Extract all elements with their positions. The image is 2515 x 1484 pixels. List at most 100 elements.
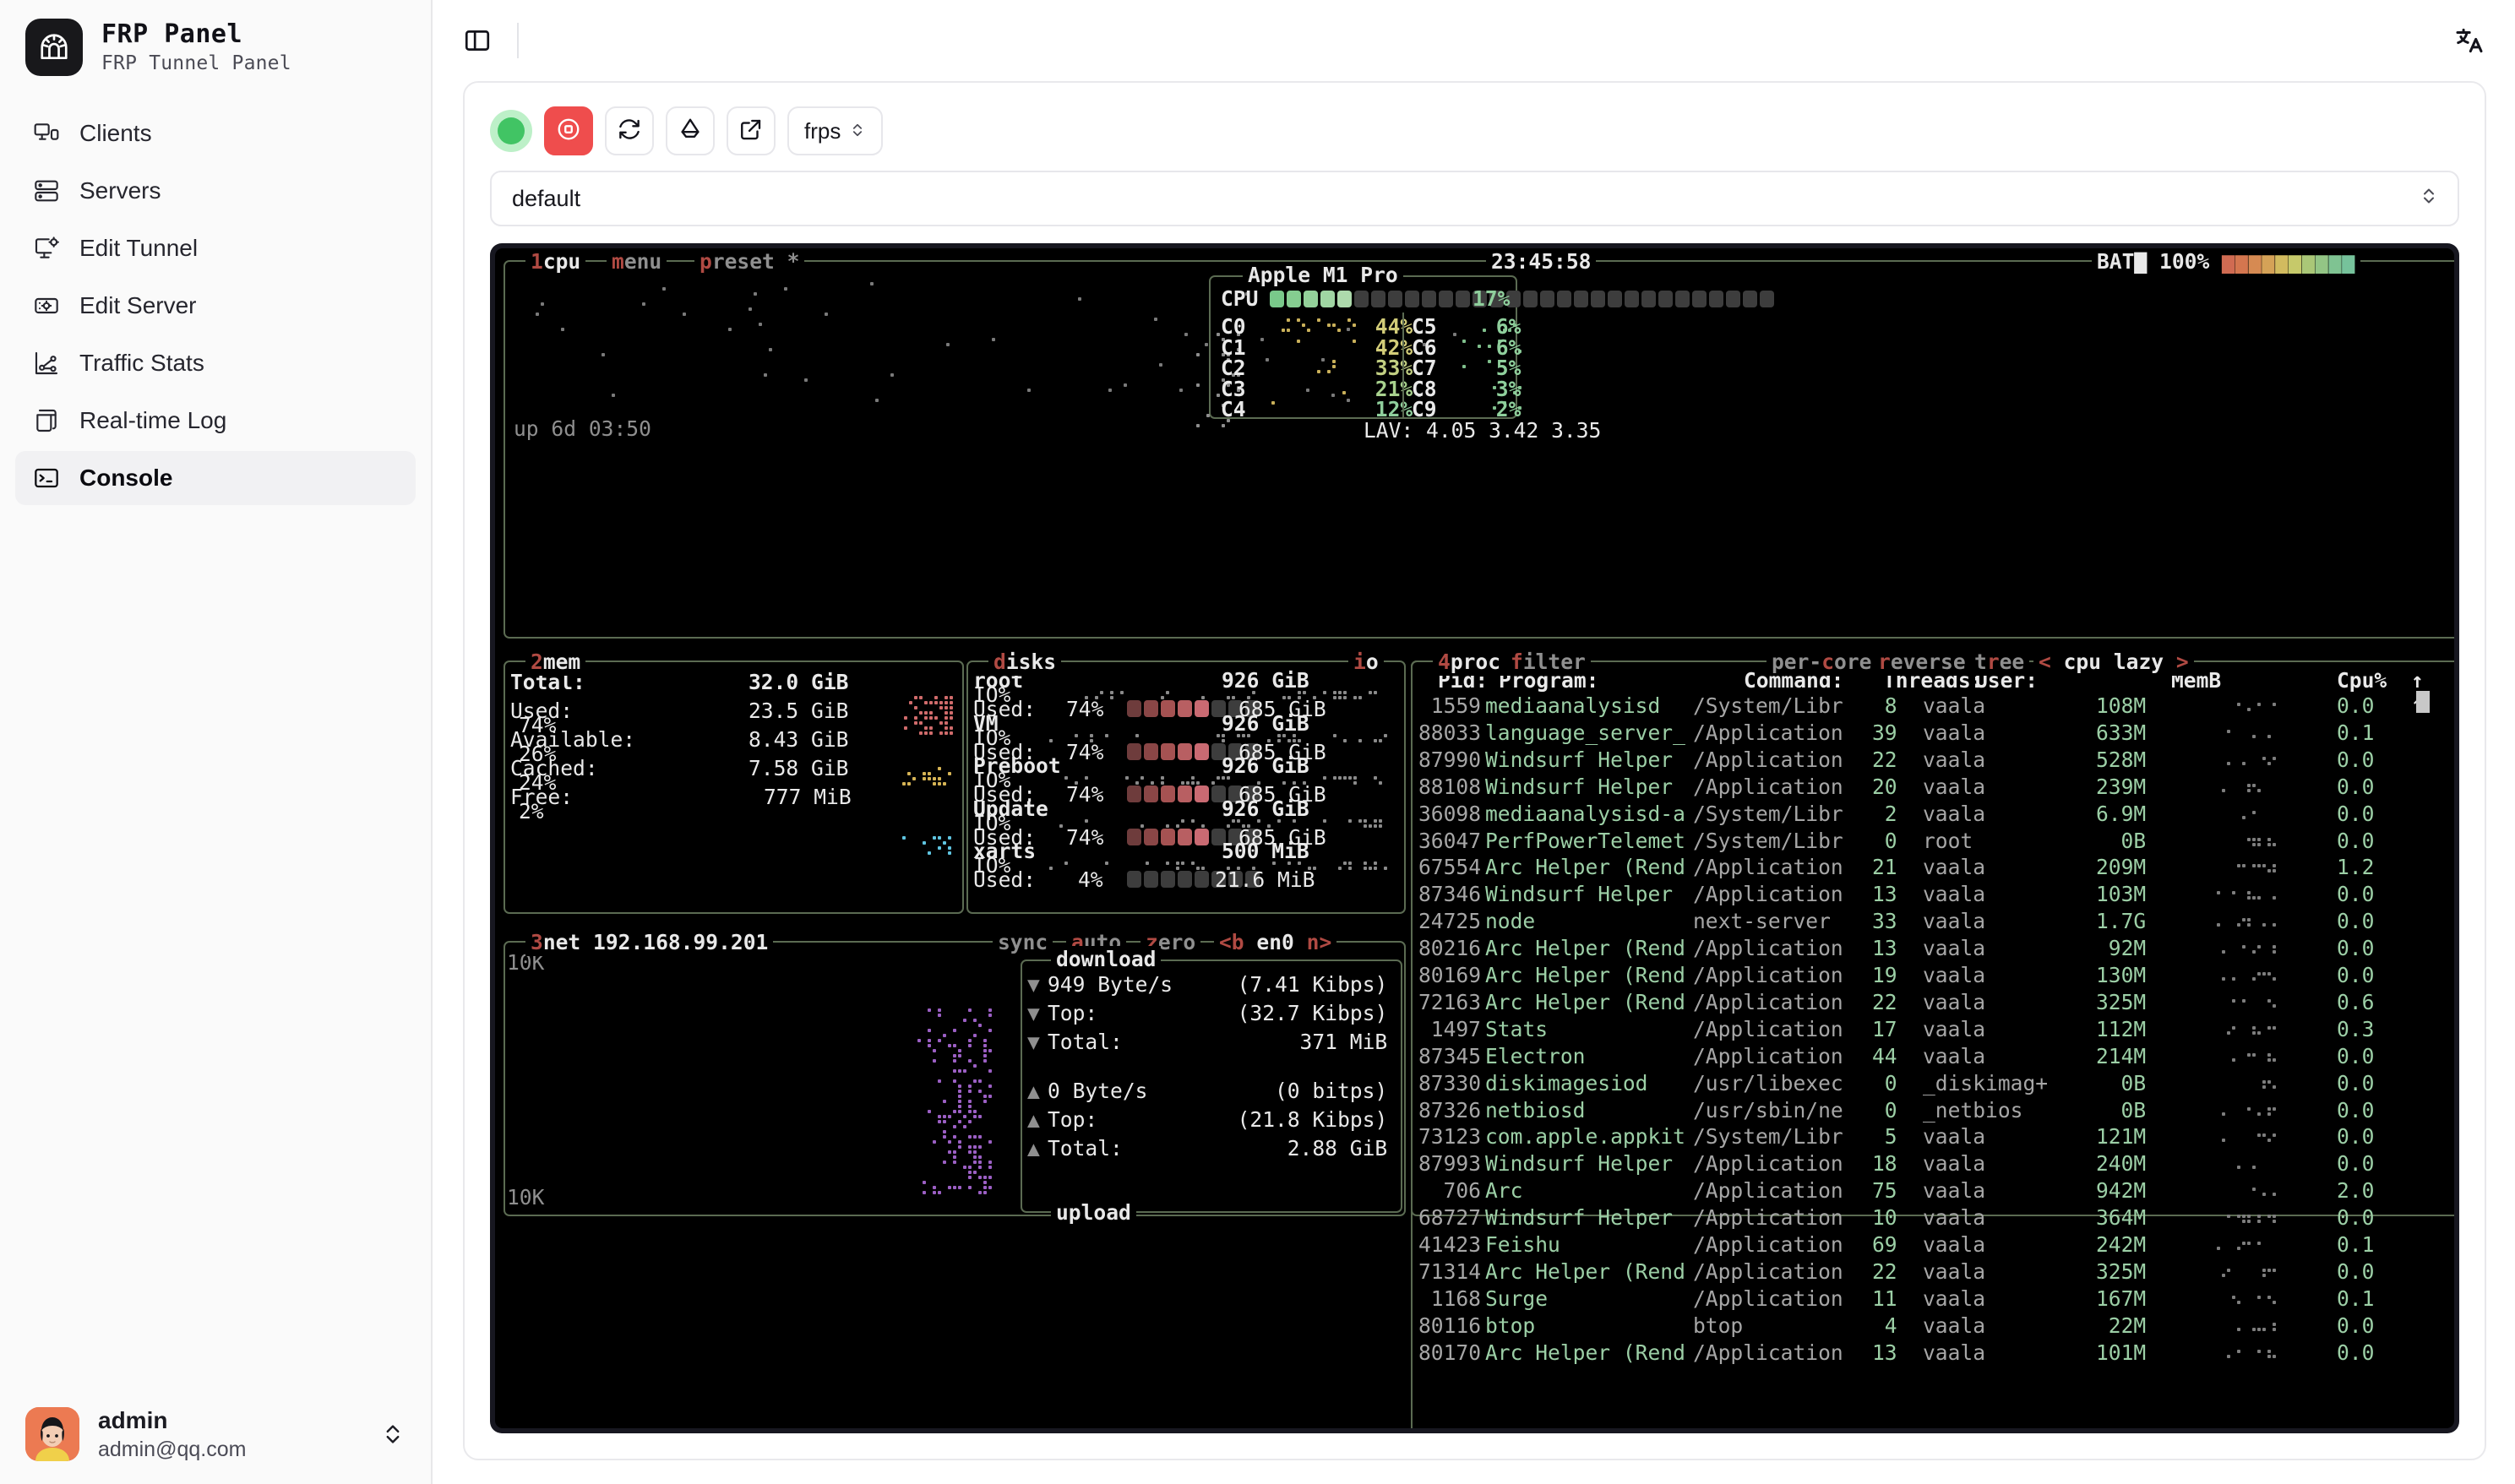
sidebar-item-clients[interactable]: Clients: [15, 106, 416, 160]
proc-row-user: vaala: [1923, 801, 1986, 826]
proc-row-command: /Application: [1693, 1043, 1843, 1068]
proc-row-pid: 68727: [1418, 1205, 1482, 1231]
proc-row-threads: 13: [1872, 936, 1897, 961]
proc-row-graph: [2217, 864, 2276, 873]
net-down-arrow: ▼: [1027, 1001, 1040, 1025]
sidebar-item-realtime-log[interactable]: Real-time Log: [15, 394, 416, 448]
sidebar-item-label: Traffic Stats: [79, 350, 204, 376]
net-scale-bottom: 10K: [507, 1185, 545, 1209]
proc-row-user: vaala: [1923, 1286, 1986, 1311]
proc-row-command: /Application: [1693, 936, 1843, 961]
panel-toggle-icon[interactable]: [463, 26, 492, 55]
proc-row-threads: 17: [1872, 1016, 1897, 1041]
proc-filter-button[interactable]: filter: [1505, 649, 1591, 676]
proc-box-label: 4proc: [1433, 649, 1506, 676]
proc-row-mem: 0B: [2120, 1097, 2147, 1123]
proc-row-user: vaala: [1923, 1313, 1986, 1338]
proc-row-mem: 325M: [2096, 1258, 2147, 1284]
proc-row-cpu: 0.3: [2337, 1016, 2375, 1041]
sidebar-item-servers[interactable]: Servers: [15, 164, 416, 218]
proc-tree-button[interactable]: tree: [1969, 649, 2030, 676]
chevron-up-down-icon: [849, 118, 866, 144]
proc-row-user: vaala: [1923, 936, 1986, 961]
session-select[interactable]: default: [490, 171, 2459, 226]
stop-button[interactable]: [544, 106, 593, 155]
proc-row-graph: [2217, 783, 2276, 792]
mem-row-value: 8.43 GiB: [749, 727, 849, 752]
console-content: frps default 1cpu menu preset * 23:45:58…: [433, 81, 2515, 1484]
proc-row-command: /Application: [1693, 1178, 1843, 1204]
popout-button[interactable]: [727, 106, 776, 155]
proc-row-program: netbiosd: [1485, 1097, 1586, 1123]
proc-row-user: _netbios: [1923, 1097, 2023, 1123]
translate-icon[interactable]: [2454, 24, 2486, 57]
proc-row-program: Arc Helper (Rend: [1485, 936, 1685, 961]
cpu-menu-button[interactable]: menu: [607, 248, 667, 275]
cpu-core-graph: [1261, 401, 1354, 415]
proc-row-user: vaala: [1923, 1016, 1986, 1041]
proc-row-command: /Application: [1693, 1258, 1843, 1284]
cpu-preset-button[interactable]: preset *: [694, 248, 805, 275]
proc-row-pid: 72163: [1418, 989, 1482, 1014]
proc-row-user: vaala: [1923, 882, 1986, 907]
proc-row-graph: [2217, 918, 2276, 927]
mem-row-value: 777 MiB: [764, 785, 852, 809]
proc-reverse-button[interactable]: reverse: [1873, 649, 1971, 676]
proc-row-graph: [2217, 945, 2276, 954]
cpu-model-label: Apple M1 Pro: [1243, 262, 1403, 289]
proc-row-threads: 75: [1872, 1178, 1897, 1204]
proc-scrollbar-thumb[interactable]: [2416, 691, 2430, 713]
terminal-window[interactable]: 1cpu menu preset * 23:45:58 BAT▇ 100% ▆▆▆▆▆▆…: [490, 243, 2459, 1433]
proc-row-command: /System/Libr: [1693, 801, 1843, 826]
user-name: admin: [98, 1407, 168, 1434]
proc-row-mem: 103M: [2096, 882, 2147, 907]
sidebar-item-traffic-stats[interactable]: Traffic Stats: [15, 336, 416, 390]
servers-icon: [32, 177, 61, 205]
clear-button[interactable]: [666, 106, 715, 155]
sidebar-item-console[interactable]: Console: [15, 451, 416, 505]
proc-row-pid: 1497: [1430, 1016, 1481, 1041]
net-sync-button[interactable]: sync: [993, 929, 1053, 956]
proc-row-command: next-server: [1693, 909, 1831, 934]
proc-row-threads: 13: [1872, 882, 1897, 907]
proc-row-mem: 633M: [2096, 720, 2147, 745]
proc-row-mem: 130M: [2096, 963, 2147, 987]
sidebar-item-edit-server[interactable]: Edit Server: [15, 279, 416, 333]
net-up-arrow: ▲: [1027, 1136, 1040, 1161]
proc-row-program: Windsurf Helper: [1485, 1205, 1674, 1231]
proc-row-pid: 1559: [1430, 693, 1481, 718]
proc-row-graph: [2217, 1242, 2276, 1250]
disk-used-pct: 74%: [1066, 824, 1104, 850]
proc-row-cpu: 0.0: [2337, 1258, 2375, 1284]
proc-row-pid: 87326: [1418, 1097, 1482, 1123]
proc-row-cpu: 0.0: [2337, 1313, 2375, 1338]
proc-row-graph: [2217, 1106, 2276, 1116]
reload-button[interactable]: [605, 106, 654, 155]
proc-row-program: mediaanalysisd-a: [1485, 801, 1685, 826]
proc-row-cpu: 0.0: [2337, 909, 2375, 934]
proc-row-pid: 67554: [1418, 855, 1482, 880]
target-select[interactable]: frps: [787, 106, 884, 155]
proc-row-user: vaala: [1923, 747, 1986, 772]
sidebar-item-edit-tunnel[interactable]: Edit Tunnel: [15, 221, 416, 275]
net-up-label: Top:: [1048, 1107, 1098, 1132]
proc-percore-button[interactable]: per-core: [1766, 649, 1877, 676]
proc-row-graph: [2217, 1188, 2276, 1197]
net-interface-switch[interactable]: <b en0 n>: [1214, 929, 1337, 956]
proc-row-graph: [2217, 1052, 2276, 1062]
proc-row-user: vaala: [1923, 855, 1986, 880]
btop-terminal[interactable]: 1cpu menu preset * 23:45:58 BAT▇ 100% ▆▆▆▆▆▆…: [495, 248, 2454, 1428]
proc-row-mem: 528M: [2096, 747, 2147, 772]
proc-row-threads: 5: [1884, 1124, 1897, 1150]
proc-row-user: vaala: [1923, 720, 1986, 745]
brand[interactable]: FRP Panel FRP Tunnel Panel: [0, 0, 431, 91]
chevron-up-down-icon[interactable]: [380, 1421, 406, 1447]
user-switcher[interactable]: admin admin@qq.com: [0, 1388, 431, 1484]
proc-row-pid: 80169: [1418, 963, 1482, 987]
proc-row-command: /Application: [1693, 989, 1843, 1014]
disk-size: 926 GiB: [1222, 796, 1309, 821]
proc-sort-switch[interactable]: < cpu lazy >: [2033, 649, 2194, 676]
proc-row-pid: 41423: [1418, 1232, 1482, 1257]
disk-used-pct: 4%: [1078, 867, 1103, 892]
proc-row-program: Arc: [1485, 1178, 1523, 1204]
